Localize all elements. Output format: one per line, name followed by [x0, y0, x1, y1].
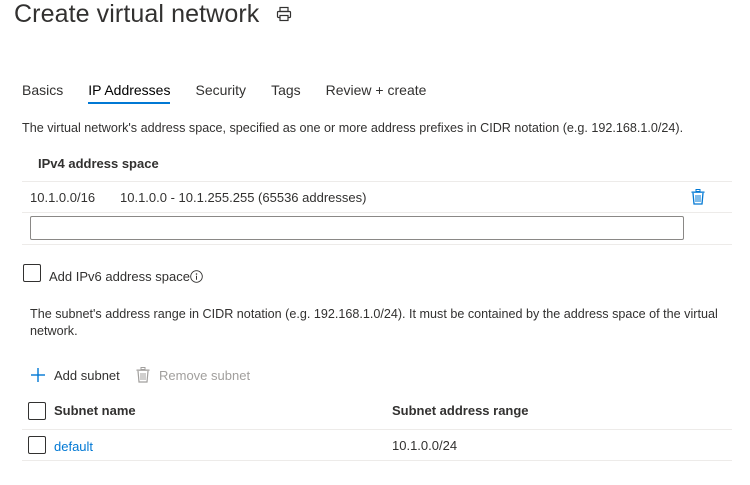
address-space-description: The virtual network's address space, spe…	[22, 121, 684, 135]
trash-icon	[136, 367, 150, 383]
print-icon[interactable]	[276, 6, 292, 22]
tab-review-create[interactable]: Review + create	[326, 82, 427, 106]
add-subnet-label: Add subnet	[54, 367, 120, 383]
page-title: Create virtual network	[14, 0, 260, 28]
divider	[22, 429, 732, 430]
subnet-range-value: 10.1.0.0/24	[392, 438, 458, 453]
divider	[22, 212, 732, 213]
subnet-name-link[interactable]: default	[54, 439, 93, 454]
trash-icon[interactable]	[691, 189, 705, 205]
add-icon	[31, 368, 45, 382]
subnet-row-checkbox[interactable]	[28, 436, 46, 454]
remove-subnet-label: Remove subnet	[159, 367, 251, 383]
remove-subnet-button[interactable]: Remove subnet	[136, 367, 250, 383]
tab-ip-addresses[interactable]: IP Addresses	[88, 82, 171, 106]
new-address-prefix-input[interactable]	[30, 216, 684, 240]
info-icon[interactable]	[190, 270, 203, 283]
tab-tags[interactable]: Tags	[271, 82, 301, 106]
tab-basics[interactable]: Basics	[22, 82, 63, 106]
ipv6-checkbox[interactable]	[23, 264, 41, 282]
divider	[22, 460, 732, 461]
divider	[22, 244, 732, 245]
address-range: 10.1.0.0 - 10.1.255.255 (65536 addresses…	[120, 190, 367, 205]
ipv4-address-space-header: IPv4 address space	[38, 156, 159, 171]
ipv6-label: Add IPv6 address space	[49, 269, 190, 284]
select-all-subnets-checkbox[interactable]	[28, 402, 46, 420]
divider	[22, 181, 732, 182]
subnet-description: The subnet's address range in CIDR notat…	[30, 307, 718, 338]
tab-security[interactable]: Security	[195, 82, 246, 106]
tab-bar: Basics IP Addresses Security Tags Review…	[22, 82, 451, 108]
subnet-range-header: Subnet address range	[392, 403, 529, 418]
subnet-name-header: Subnet name	[54, 403, 136, 418]
address-prefix: 10.1.0.0/16	[30, 190, 96, 205]
add-subnet-button[interactable]: Add subnet	[30, 367, 120, 383]
